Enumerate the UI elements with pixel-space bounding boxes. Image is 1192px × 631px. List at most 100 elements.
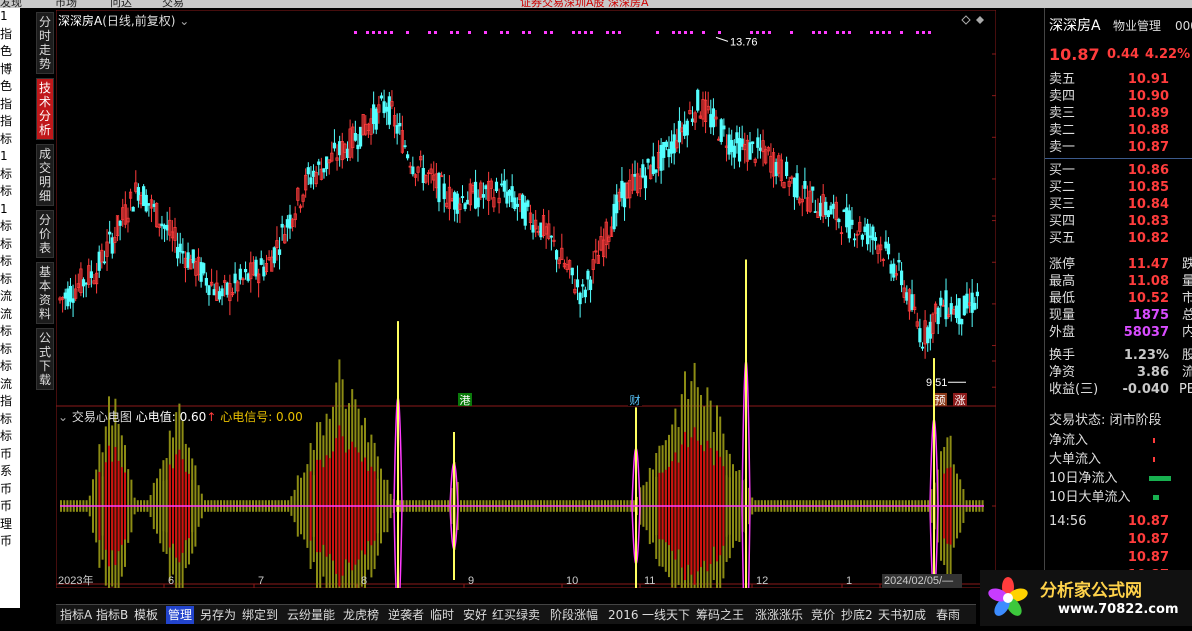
left-list-item[interactable]: 标 xyxy=(0,166,20,184)
signal-dot xyxy=(590,31,593,34)
left-list-item[interactable]: 流 xyxy=(0,376,20,394)
candlestick-chart[interactable]: 13.5013.0012.5012.0011.5011.0010.5010.00… xyxy=(56,10,996,588)
left-list-item[interactable]: 标 xyxy=(0,323,20,341)
candle-body xyxy=(385,106,389,112)
bottom-tab[interactable]: 临时 xyxy=(428,606,456,624)
left-list-item[interactable]: 指 xyxy=(0,26,20,44)
candle-body xyxy=(863,226,867,233)
candle-body xyxy=(453,192,457,210)
left-list-item[interactable]: 流 xyxy=(0,306,20,324)
left-list-item[interactable]: 币 xyxy=(0,533,20,551)
bottom-tab[interactable]: 抄底2 xyxy=(839,606,875,624)
bottom-tab[interactable]: 安好 xyxy=(461,606,489,624)
candle-body xyxy=(868,235,872,238)
chevron-down-icon[interactable]: ⌄ xyxy=(58,410,68,424)
bottom-tab[interactable]: 竞价 xyxy=(809,606,837,624)
left-list-item[interactable]: 标 xyxy=(0,183,20,201)
trade-status: 交易状态: 闭市阶段 xyxy=(1049,412,1192,429)
left-list-item[interactable]: 指 xyxy=(0,393,20,411)
menu-market[interactable]: 市场 xyxy=(55,0,77,8)
bottom-tab[interactable]: 天书初成 xyxy=(876,606,928,624)
left-list-item[interactable]: 指 xyxy=(0,113,20,131)
vtab-0[interactable]: 分时走势 xyxy=(36,12,54,74)
candle-body xyxy=(332,142,337,149)
bottom-tab[interactable]: 逆袭者 xyxy=(386,606,426,624)
candle-body xyxy=(886,243,891,255)
left-list-item[interactable]: 博 xyxy=(0,61,20,79)
signal-dot xyxy=(928,31,931,34)
left-list-item[interactable]: 流 xyxy=(0,288,20,306)
bottom-tab[interactable]: 绑定到 xyxy=(240,606,280,624)
menu-trade[interactable]: 交易 xyxy=(162,0,184,8)
left-list-item[interactable]: 指 xyxy=(0,96,20,114)
vtab-5[interactable]: 公式下载 xyxy=(36,328,54,390)
left-list-item[interactable]: 币 xyxy=(0,446,20,464)
vtab-3[interactable]: 分价表 xyxy=(36,210,54,258)
candle-body xyxy=(615,194,619,214)
left-list-item[interactable]: 标 xyxy=(0,358,20,376)
bottom-tab[interactable]: 筹码之王 xyxy=(694,606,746,624)
bottom-tab[interactable]: 管理 xyxy=(166,606,195,624)
left-list-item[interactable]: 币 xyxy=(0,498,20,516)
quote-value: 10.89 xyxy=(1127,106,1169,121)
bottom-tab[interactable]: 云纷量能 xyxy=(285,606,337,624)
left-list-item[interactable]: 理 xyxy=(0,516,20,534)
quote-value: 1875 xyxy=(1132,308,1169,323)
buy-row: 买四 10.83 xyxy=(1049,213,1192,230)
candle-body xyxy=(507,190,512,196)
quote-label: 卖一 xyxy=(1049,140,1076,155)
candle-body xyxy=(374,108,378,130)
vtab-2[interactable]: 成交明细 xyxy=(36,144,54,206)
left-list-item[interactable]: 标 xyxy=(0,236,20,254)
signal-dot xyxy=(678,31,681,34)
bottom-tab[interactable]: 阶段涨幅 xyxy=(548,606,600,624)
left-list-item[interactable]: 系 xyxy=(0,463,20,481)
chart-area[interactable]: 13.5013.0012.5012.0011.5011.0010.5010.00… xyxy=(56,10,996,588)
quote-extra: 跌 xyxy=(1181,257,1192,272)
bottom-tab[interactable]: 指标B xyxy=(94,606,130,624)
bottom-tab[interactable]: 一线天下 xyxy=(640,606,692,624)
left-list-item[interactable]: 标 xyxy=(0,341,20,359)
candle-body xyxy=(309,177,313,185)
left-list-item[interactable]: 色 xyxy=(0,43,20,61)
candle-body xyxy=(272,247,276,264)
bottom-tab[interactable]: 红买绿卖 xyxy=(490,606,542,624)
bottom-tab[interactable]: 春雨 xyxy=(934,606,962,624)
left-list-item[interactable]: 标 xyxy=(0,271,20,289)
left-list-item[interactable]: 1 xyxy=(0,148,20,166)
vtab-1[interactable]: 技术分析 xyxy=(36,78,54,140)
bottom-tab[interactable]: 龙虎榜 xyxy=(341,606,381,624)
bottom-tab[interactable]: 另存为 xyxy=(198,606,238,624)
top-menu-bar: 发现 市场 问达 交易 证券交易深圳A股 深深房A xyxy=(0,0,1192,8)
left-list-item[interactable]: 1 xyxy=(0,201,20,219)
signal-dot xyxy=(790,31,793,34)
menu-discover[interactable]: 发现 xyxy=(0,0,22,8)
candle-body xyxy=(554,250,559,260)
stat-row: 净资 3.86 流 xyxy=(1049,364,1192,381)
signal-dot xyxy=(500,31,503,34)
left-list-item[interactable]: 标 xyxy=(0,218,20,236)
candle-body xyxy=(751,141,755,145)
left-list-item[interactable]: 标 xyxy=(0,253,20,271)
left-list-item[interactable]: 标 xyxy=(0,411,20,429)
candle-body xyxy=(892,263,896,278)
candle-body xyxy=(970,292,974,313)
candle-body xyxy=(102,261,107,264)
vtab-4[interactable]: 基本资料 xyxy=(36,262,54,324)
bottom-tab[interactable]: 2016 xyxy=(606,606,641,624)
candle-body xyxy=(845,207,849,228)
chevron-down-icon[interactable]: ⌄ xyxy=(179,14,189,28)
candle-body xyxy=(160,223,164,227)
bottom-tab[interactable]: 涨涨涨乐 xyxy=(753,606,805,624)
left-list-item[interactable]: 标 xyxy=(0,428,20,446)
bottom-tab[interactable]: 指标A xyxy=(58,606,94,624)
left-list-item[interactable]: 标 xyxy=(0,131,20,149)
candle-body xyxy=(920,346,925,349)
candle-body xyxy=(803,180,807,189)
left-list-item[interactable]: 币 xyxy=(0,481,20,499)
menu-ask[interactable]: 问达 xyxy=(110,0,132,8)
quote-label: 买一 xyxy=(1049,163,1076,178)
bottom-tab[interactable]: 模板 xyxy=(132,606,160,624)
left-list-item[interactable]: 色 xyxy=(0,78,20,96)
left-list-item[interactable]: 1 xyxy=(0,8,20,26)
